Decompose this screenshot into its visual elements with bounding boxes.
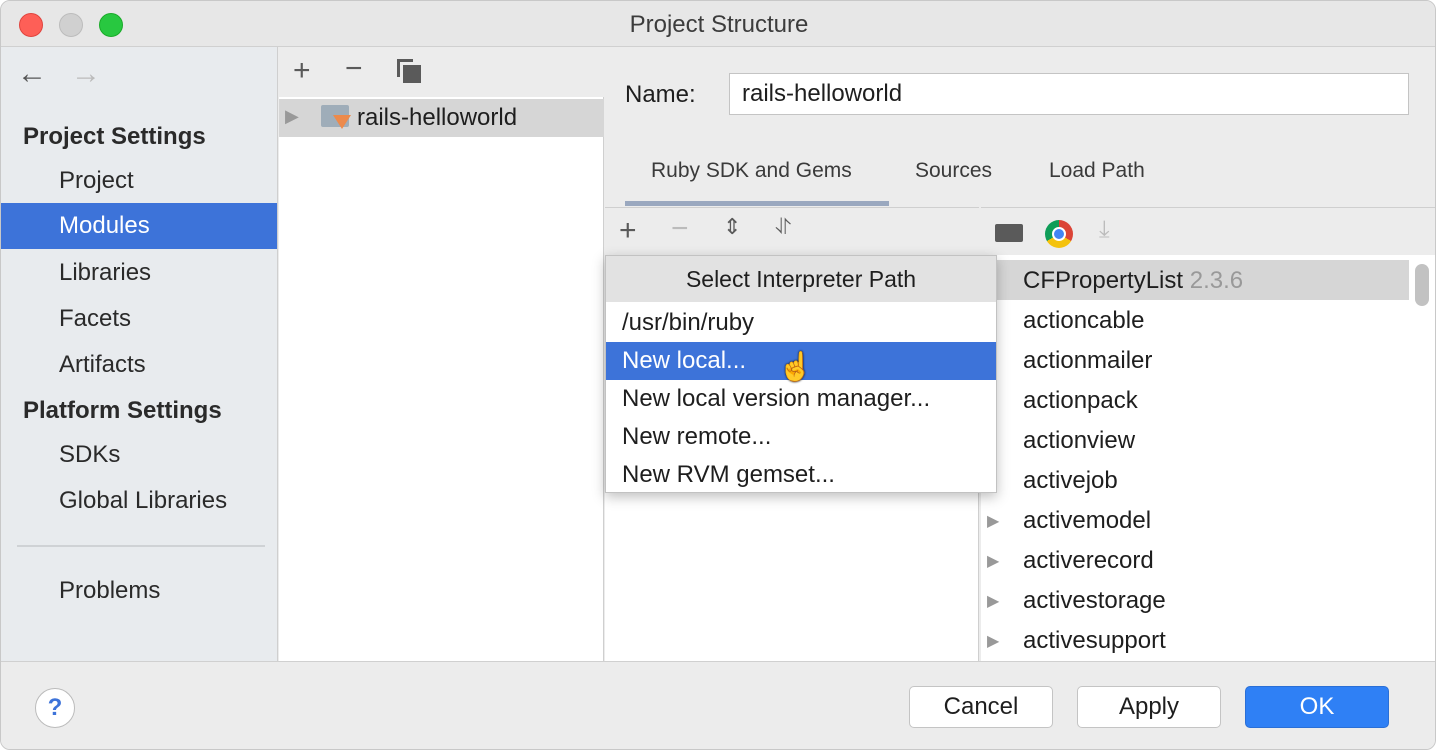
popup-title: Select Interpreter Path bbox=[606, 256, 996, 302]
dialog-footer: ? Cancel Apply OK bbox=[1, 661, 1435, 749]
expand-triangle-icon[interactable]: ▶ bbox=[987, 511, 999, 531]
open-folder-icon[interactable] bbox=[995, 224, 1023, 242]
remove-icon[interactable]: − bbox=[345, 54, 363, 84]
chrome-icon[interactable] bbox=[1045, 220, 1073, 248]
copy-icon[interactable] bbox=[397, 59, 421, 83]
gem-row[interactable]: activestorage bbox=[1023, 587, 1166, 615]
module-folder-icon bbox=[321, 105, 351, 129]
gem-row[interactable]: actionpack bbox=[1023, 387, 1138, 415]
sidebar-item-modules[interactable]: Modules bbox=[1, 203, 277, 249]
sdk-toolbar: + − ⇕ ⥯ bbox=[605, 208, 979, 255]
modules-panel: + − ▶ rails-helloworld bbox=[279, 47, 604, 661]
tab-ruby-sdk-and-gems[interactable]: Ruby SDK and Gems bbox=[651, 159, 852, 183]
gems-pane: ⤓ CFPropertyList 2.3.6 actioncable actio… bbox=[981, 207, 1435, 661]
expand-triangle-icon[interactable]: ▶ bbox=[987, 551, 999, 571]
scrollbar[interactable] bbox=[1415, 264, 1429, 306]
sidebar-item-sdks[interactable]: SDKs bbox=[59, 441, 120, 469]
expand-triangle-icon[interactable]: ▶ bbox=[285, 106, 299, 127]
remove-icon[interactable]: − bbox=[671, 214, 689, 244]
gem-row[interactable]: actioncable bbox=[1023, 307, 1144, 335]
sidebar-item-project[interactable]: Project bbox=[59, 167, 134, 195]
apply-button[interactable]: Apply bbox=[1077, 686, 1221, 728]
help-button[interactable]: ? bbox=[35, 688, 75, 728]
gem-row[interactable]: activesupport bbox=[1023, 627, 1166, 655]
forward-arrow-icon[interactable]: → bbox=[71, 57, 101, 91]
platform-settings-heading: Platform Settings bbox=[23, 397, 222, 424]
name-label: Name: bbox=[625, 81, 696, 108]
window-title: Project Structure bbox=[629, 11, 809, 38]
menu-item-new-local-version-manager[interactable]: New local version manager... bbox=[606, 380, 996, 418]
expand-triangle-icon[interactable]: ▶ bbox=[987, 591, 999, 611]
sidebar: ← → Project Settings Project Modules Lib… bbox=[1, 47, 278, 661]
sidebar-item-facets[interactable]: Facets bbox=[59, 305, 131, 333]
tab-load-path[interactable]: Load Path bbox=[1049, 159, 1145, 183]
gem-name: CFPropertyList bbox=[1023, 267, 1184, 294]
menu-item-new-remote[interactable]: New remote... bbox=[606, 418, 996, 456]
menu-item-new-rvm-gemset[interactable]: New RVM gemset... bbox=[606, 456, 996, 494]
divider bbox=[17, 545, 265, 547]
gem-version: 2.3.6 bbox=[1189, 267, 1244, 294]
sidebar-item-libraries[interactable]: Libraries bbox=[59, 259, 151, 287]
gem-row[interactable]: actionview bbox=[1023, 427, 1135, 455]
sidebar-item-global-libraries[interactable]: Global Libraries bbox=[59, 487, 227, 515]
name-input[interactable] bbox=[729, 73, 1409, 115]
ok-button[interactable]: OK bbox=[1245, 686, 1389, 728]
module-name: rails-helloworld bbox=[357, 104, 518, 131]
gem-row[interactable]: activejob bbox=[1023, 467, 1118, 495]
project-settings-heading: Project Settings bbox=[23, 123, 206, 150]
gems-toolbar: ⤓ bbox=[981, 208, 1435, 255]
project-structure-window: Project Structure ← → Project Settings P… bbox=[0, 0, 1436, 750]
sidebar-item-problems[interactable]: Problems bbox=[59, 577, 160, 605]
interpreter-path-popup: Select Interpreter Path /usr/bin/ruby Ne… bbox=[605, 255, 997, 493]
cancel-button[interactable]: Cancel bbox=[909, 686, 1053, 728]
module-row[interactable]: ▶ rails-helloworld bbox=[279, 99, 604, 137]
active-tab-indicator bbox=[625, 201, 889, 206]
gem-row[interactable]: activemodel bbox=[1023, 507, 1151, 535]
menu-item-usr-bin-ruby[interactable]: /usr/bin/ruby bbox=[606, 304, 996, 342]
download-icon[interactable]: ⤓ bbox=[1099, 218, 1110, 242]
collapse-all-icon[interactable]: ⥯ bbox=[775, 216, 791, 238]
sidebar-item-artifacts[interactable]: Artifacts bbox=[59, 351, 146, 379]
add-icon[interactable]: + bbox=[293, 56, 311, 86]
gem-row[interactable]: activerecord bbox=[1023, 547, 1154, 575]
modules-toolbar: + − bbox=[279, 47, 604, 97]
add-icon[interactable]: + bbox=[619, 216, 637, 246]
title-bar: Project Structure bbox=[1, 1, 1435, 47]
gem-row[interactable]: CFPropertyList 2.3.6 bbox=[1023, 267, 1243, 295]
hand-cursor-icon: ☝ bbox=[778, 351, 813, 382]
tab-sources[interactable]: Sources bbox=[915, 159, 992, 183]
expand-triangle-icon[interactable]: ▶ bbox=[987, 631, 999, 651]
gem-row[interactable]: actionmailer bbox=[1023, 347, 1152, 375]
expand-all-icon[interactable]: ⇕ bbox=[723, 216, 741, 238]
back-arrow-icon[interactable]: ← bbox=[17, 57, 47, 91]
